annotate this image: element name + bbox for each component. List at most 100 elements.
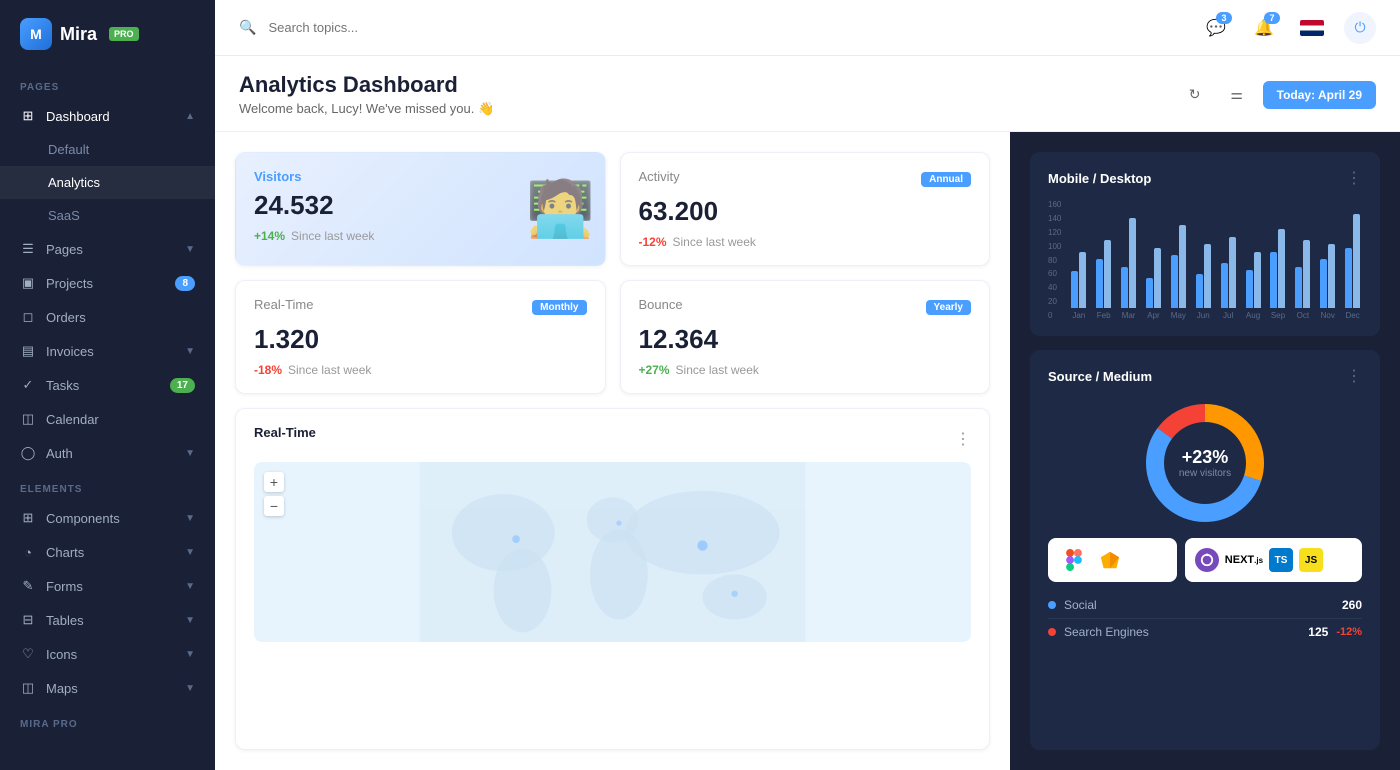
donut-center-text: +23% new visitors	[1179, 447, 1231, 479]
chevron-icon: ▼	[185, 547, 195, 558]
logo-icon: M	[20, 18, 52, 50]
stats-row-2: Real-Time Monthly 1.320 -18% Since last …	[235, 280, 990, 394]
orders-icon: ◻	[20, 309, 36, 325]
activity-period: Since last week	[673, 235, 756, 249]
world-map-svg	[254, 462, 971, 642]
source-dot-social	[1048, 601, 1056, 609]
realtime-map-section: Real-Time ⋮	[235, 408, 990, 750]
sidebar-item-label: Orders	[46, 310, 195, 325]
pages-icon: ☰	[20, 241, 36, 257]
search-input[interactable]	[268, 20, 1188, 35]
sidebar-item-orders[interactable]: ◻ Orders	[0, 300, 215, 334]
donut-percentage: +23%	[1179, 447, 1231, 468]
chevron-icon: ▼	[185, 581, 195, 592]
map-zoom-in[interactable]: +	[264, 472, 284, 492]
map-zoom-out[interactable]: −	[264, 496, 284, 516]
power-button[interactable]: ⏻	[1344, 12, 1376, 44]
sidebar-item-charts[interactable]: ◔ Charts ▼	[0, 535, 215, 569]
sidebar-item-label: Icons	[46, 647, 175, 662]
sidebar-item-tables[interactable]: ⊟ Tables ▼	[0, 603, 215, 637]
source-name-social: Social	[1064, 598, 1334, 612]
sidebar-item-pages[interactable]: ☰ Pages ▼	[0, 232, 215, 266]
mira-pro-section-label: MIRA PRO	[0, 705, 215, 736]
donut-label: new visitors	[1179, 468, 1231, 479]
sidebar-item-auth[interactable]: ◯ Auth ▼	[0, 436, 215, 470]
source-change-search: -12%	[1336, 626, 1362, 638]
language-selector[interactable]	[1296, 12, 1328, 44]
stats-row: Visitors 24.532 +14% Since last week 🧑‍💻…	[235, 152, 990, 266]
logo-area: M Mira PRO	[0, 0, 215, 68]
sidebar-item-label: Auth	[46, 446, 175, 461]
sidebar-item-projects[interactable]: ▣ Projects 8	[0, 266, 215, 300]
elements-section-label: ELEMENTS	[0, 470, 215, 501]
pro-badge: PRO	[109, 27, 139, 41]
page-subtitle: Welcome back, Lucy! We've missed you. 👋	[239, 101, 494, 117]
bounce-label: Bounce	[639, 297, 683, 312]
source-value-social: 260	[1342, 598, 1362, 612]
notifications-badge: 3	[1216, 12, 1232, 24]
typescript-icon: TS	[1269, 548, 1293, 572]
activity-change: -12%	[639, 235, 667, 249]
dark-right-panel: Mobile / Desktop ⋮ 160 140 120 100 80 60	[1010, 132, 1400, 770]
source-value-search: 125	[1308, 625, 1328, 639]
notifications-button[interactable]: 💬 3	[1200, 12, 1232, 44]
tables-icon: ⊟	[20, 612, 36, 628]
tasks-icon: ✓	[20, 377, 36, 393]
chevron-icon: ▼	[185, 513, 195, 524]
today-button[interactable]: Today: April 29	[1263, 81, 1376, 109]
realtime-value: 1.320	[254, 324, 587, 355]
donut-chart-container: +23% new visitors	[1048, 398, 1362, 528]
sidebar-item-label: Invoices	[46, 344, 175, 359]
sidebar-item-label: Default	[48, 142, 195, 157]
sidebar-item-dashboard[interactable]: ⊞ Dashboard ▲	[0, 99, 215, 133]
tech-logos-row: NEXT.js TS JS	[1048, 538, 1362, 582]
charts-icon: ◔	[20, 544, 36, 560]
sidebar-item-label: Analytics	[48, 175, 195, 190]
dashboard-icon: ⊞	[20, 108, 36, 124]
source-item-social: Social 260	[1048, 592, 1362, 619]
source-list: Social 260 Search Engines 125 -12%	[1048, 592, 1362, 645]
alerts-button[interactable]: 🔔 7	[1248, 12, 1280, 44]
maps-icon: ◫	[20, 680, 36, 696]
chevron-icon: ▼	[185, 448, 195, 459]
sidebar-item-icons[interactable]: ♡ Icons ▼	[0, 637, 215, 671]
sidebar-item-analytics[interactable]: Analytics	[0, 166, 215, 199]
calendar-icon: ◫	[20, 411, 36, 427]
refresh-button[interactable]: ↻	[1179, 79, 1211, 111]
nextjs-label: NEXT.js	[1225, 554, 1263, 566]
tech-card-figma-sketch	[1048, 538, 1177, 582]
realtime-label: Real-Time	[254, 297, 313, 312]
sidebar-item-components[interactable]: ⊞ Components ▼	[0, 501, 215, 535]
sidebar-item-label: Projects	[46, 276, 165, 291]
source-menu-icon[interactable]: ⋮	[1346, 366, 1362, 386]
projects-badge: 8	[175, 276, 195, 291]
map-controls: + −	[264, 472, 284, 516]
app-name: Mira	[60, 24, 97, 45]
chart-menu-icon[interactable]: ⋮	[1346, 168, 1362, 188]
main-area: 🔍 💬 3 🔔 7 ⏻ Analytics Dashboard Welco	[215, 0, 1400, 770]
filter-button[interactable]: ⚌	[1221, 79, 1253, 111]
sidebar-item-default[interactable]: Default	[0, 133, 215, 166]
components-icon: ⊞	[20, 510, 36, 526]
source-medium-panel: Source / Medium ⋮	[1030, 350, 1380, 750]
invoices-icon: ▤	[20, 343, 36, 359]
map-menu-icon[interactable]: ⋮	[955, 429, 971, 449]
visitors-period: Since last week	[291, 229, 374, 243]
forms-icon: ✎	[20, 578, 36, 594]
sidebar-item-forms[interactable]: ✎ Forms ▼	[0, 569, 215, 603]
sidebar-item-maps[interactable]: ◫ Maps ▼	[0, 671, 215, 705]
sidebar-item-invoices[interactable]: ▤ Invoices ▼	[0, 334, 215, 368]
bounce-card: Bounce Yearly 12.364 +27% Since last wee…	[620, 280, 991, 394]
alerts-badge: 7	[1264, 12, 1280, 24]
pages-section-label: PAGES	[0, 68, 215, 99]
mobile-desktop-chart: Mobile / Desktop ⋮ 160 140 120 100 80 60	[1030, 152, 1380, 336]
tasks-badge: 17	[170, 378, 195, 393]
page-title: Analytics Dashboard	[239, 72, 494, 98]
sidebar-item-tasks[interactable]: ✓ Tasks 17	[0, 368, 215, 402]
sidebar-item-saas[interactable]: SaaS	[0, 199, 215, 232]
sidebar-item-calendar[interactable]: ◫ Calendar	[0, 402, 215, 436]
sidebar-item-label: Pages	[46, 242, 175, 257]
sidebar-item-label: Forms	[46, 579, 175, 594]
visitors-change: +14%	[254, 229, 285, 243]
realtime-badge: Monthly	[532, 300, 586, 315]
